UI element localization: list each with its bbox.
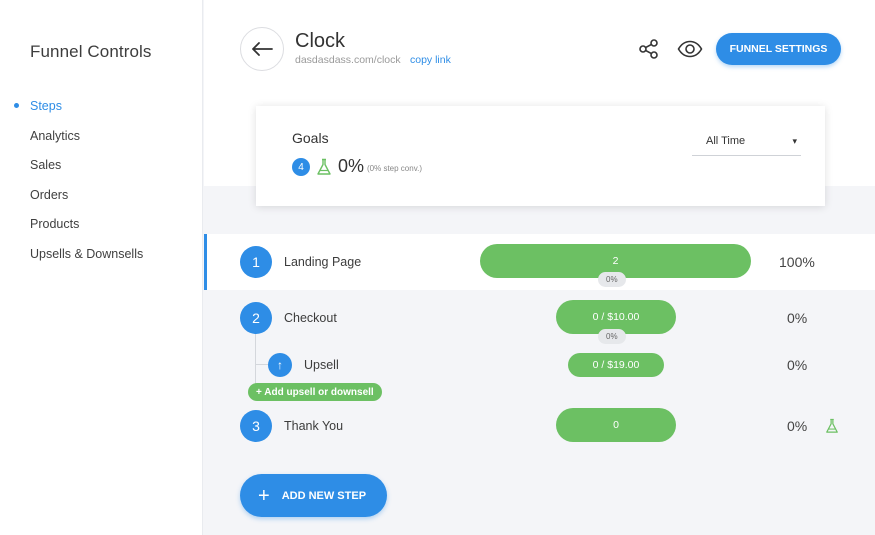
copy-link[interactable]: copy link bbox=[410, 54, 451, 66]
step-number-badge: 3 bbox=[240, 410, 272, 442]
step-number-badge: 1 bbox=[240, 246, 272, 278]
page-title: Clock bbox=[295, 30, 346, 52]
main-content: Clock dasdasdass.com/clock copy link FUN… bbox=[204, 0, 875, 535]
step-visits-bar: 0 bbox=[556, 408, 676, 442]
caret-down-icon: ▾ bbox=[792, 136, 797, 146]
funnel-header: Clock dasdasdass.com/clock copy link FUN… bbox=[204, 0, 875, 206]
step-name[interactable]: Upsell bbox=[304, 358, 339, 372]
plus-icon: + bbox=[258, 484, 270, 507]
tree-connector bbox=[255, 364, 269, 365]
sidebar-nav: Steps Analytics Sales Orders Products Up… bbox=[0, 96, 203, 274]
funnel-steps: 1 Landing Page 2 0% 100% 2 Checkout 0 / … bbox=[204, 186, 875, 535]
sidebar-item-analytics[interactable]: Analytics bbox=[0, 126, 203, 156]
back-button[interactable] bbox=[240, 27, 284, 71]
goals-title: Goals bbox=[292, 130, 329, 146]
step-name[interactable]: Landing Page bbox=[284, 255, 361, 269]
step-visits-bar: 0 / $19.00 bbox=[568, 353, 664, 377]
share-icon[interactable] bbox=[638, 38, 660, 60]
sidebar-title: Funnel Controls bbox=[30, 42, 152, 61]
sidebar-item-steps[interactable]: Steps bbox=[0, 96, 203, 126]
funnel-url: dasdasdass.com/clock bbox=[295, 54, 401, 66]
eye-icon[interactable] bbox=[677, 38, 703, 60]
add-upsell-button[interactable]: + Add upsell or downsell bbox=[248, 383, 382, 401]
goals-step-conversion: (0% step conv.) bbox=[367, 164, 422, 173]
back-arrow-icon bbox=[252, 42, 273, 56]
time-filter-value: All Time bbox=[706, 135, 746, 147]
step-percent: 0% bbox=[787, 418, 808, 434]
add-new-step-button[interactable]: + ADD NEW STEP bbox=[240, 474, 387, 517]
sidebar-item-products[interactable]: Products bbox=[0, 214, 203, 244]
step-percent: 0% bbox=[787, 310, 808, 326]
add-new-step-label: ADD NEW STEP bbox=[281, 489, 367, 502]
step-name[interactable]: Checkout bbox=[284, 311, 337, 325]
sidebar-item-orders[interactable]: Orders bbox=[0, 185, 203, 215]
goals-count-badge: 4 bbox=[292, 158, 310, 176]
step-conversion-pill: 0% bbox=[598, 272, 626, 287]
goals-card: Goals 4 0% (0% step conv.) All Time ▾ bbox=[256, 106, 825, 206]
goals-percent: 0% bbox=[338, 156, 365, 176]
tree-connector bbox=[255, 334, 256, 384]
upsell-arrow-icon: ↑ bbox=[268, 353, 292, 377]
sidebar-item-sales[interactable]: Sales bbox=[0, 155, 203, 185]
time-filter-select[interactable]: All Time ▾ bbox=[692, 130, 801, 156]
sidebar: Funnel Controls Steps Analytics Sales Or… bbox=[0, 0, 203, 535]
funnel-settings-button[interactable]: FUNNEL SETTINGS bbox=[716, 33, 841, 65]
flask-icon bbox=[317, 158, 331, 175]
step-percent: 0% bbox=[787, 357, 808, 373]
step-number-badge: 2 bbox=[240, 302, 272, 334]
step-conversion-pill: 0% bbox=[598, 329, 626, 344]
step-percent: 100% bbox=[779, 254, 815, 270]
flask-icon[interactable] bbox=[825, 417, 839, 435]
sidebar-item-upsells-downsells[interactable]: Upsells & Downsells bbox=[0, 244, 203, 274]
step-name[interactable]: Thank You bbox=[284, 419, 343, 433]
